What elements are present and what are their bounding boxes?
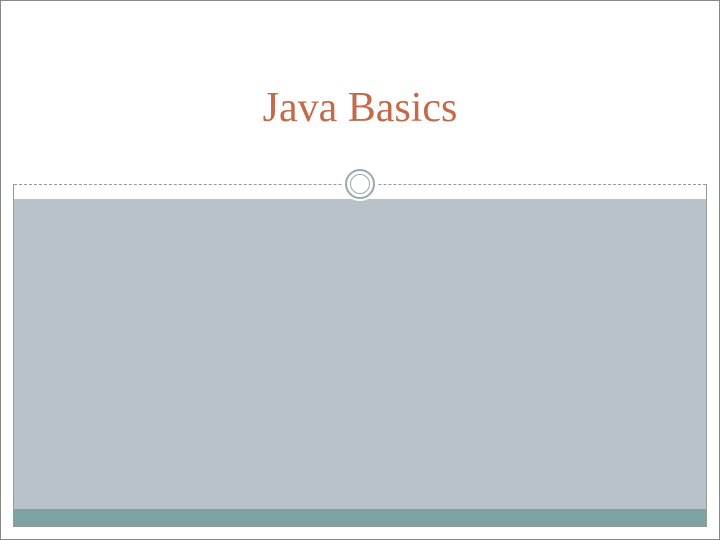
circle-inner-ring xyxy=(350,174,370,194)
slide-title: Java Basics xyxy=(263,84,458,132)
title-section: Java Basics xyxy=(1,1,719,184)
circle-ornament xyxy=(343,167,377,201)
slide-container: Java Basics xyxy=(0,0,720,540)
body-section xyxy=(14,199,706,509)
circle-outer-ring xyxy=(345,169,375,199)
footer-bar xyxy=(14,509,706,526)
